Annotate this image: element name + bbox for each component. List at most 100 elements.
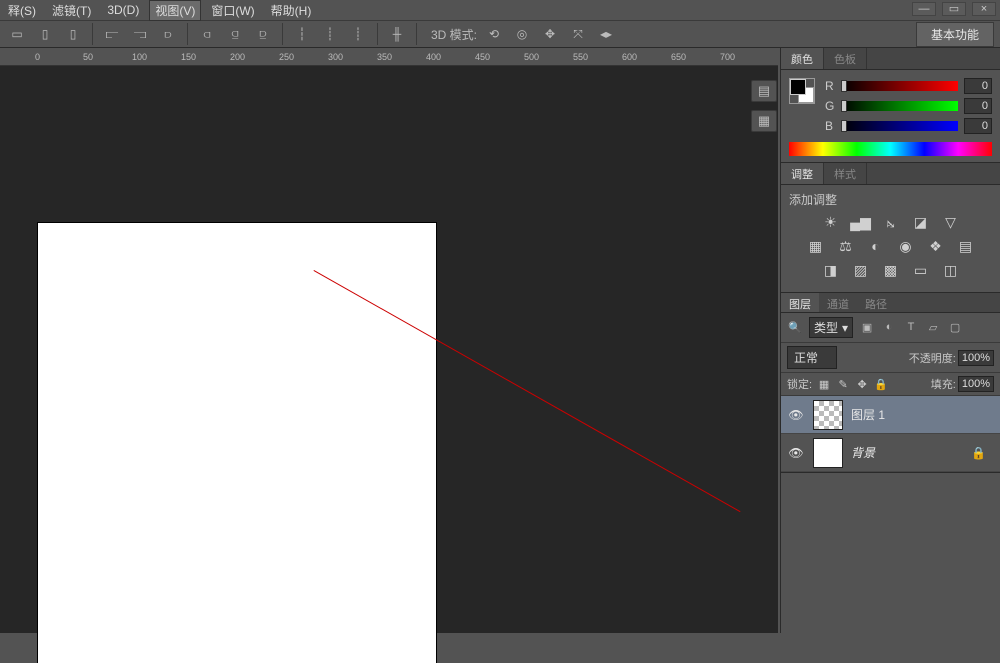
ruler-tick: 600	[622, 52, 637, 62]
align-top-icon[interactable]: ⫏	[196, 24, 218, 44]
collapsed-panels: ▤ ▦	[751, 80, 779, 132]
search-icon[interactable]: 🔍	[787, 321, 803, 335]
filter-adjust-icon[interactable]: ◐	[881, 321, 897, 335]
distribute-v-icon[interactable]: ┊	[319, 24, 341, 44]
exposure-icon[interactable]: ◪	[911, 214, 931, 230]
align-icon-3[interactable]: ▯	[62, 24, 84, 44]
menu-3d[interactable]: 3D(D)	[101, 1, 145, 19]
filter-type-icon[interactable]: T	[903, 321, 919, 335]
separator	[282, 23, 283, 45]
distribute-icon-3[interactable]: ┊	[347, 24, 369, 44]
layer-thumbnail[interactable]	[813, 400, 843, 430]
tab-paths[interactable]: 路径	[857, 293, 895, 312]
align-right-icon[interactable]: ⫐	[157, 24, 179, 44]
layer-thumbnail[interactable]	[813, 438, 843, 468]
filter-pixel-icon[interactable]: ▣	[859, 321, 875, 335]
align-center-h-icon[interactable]: ⫎	[129, 24, 151, 44]
ruler-tick: 300	[328, 52, 343, 62]
roll-icon[interactable]: ◎	[511, 24, 533, 44]
collapsed-panel-histogram-icon[interactable]: ▤	[751, 80, 777, 102]
ruler-tick: 150	[181, 52, 196, 62]
separator	[187, 23, 188, 45]
posterize-icon[interactable]: ▨	[851, 262, 871, 278]
layer-name[interactable]: 图层 1	[851, 406, 885, 423]
auto-align-icon[interactable]: ╫	[386, 24, 408, 44]
g-value[interactable]: 0	[964, 98, 992, 114]
selective-color-icon[interactable]: ◫	[941, 262, 961, 278]
layer-name[interactable]: 背景	[851, 444, 875, 461]
minimize-button[interactable]: —	[912, 2, 936, 16]
tab-styles[interactable]: 样式	[824, 163, 867, 184]
adjustments-panel: 调整 样式 添加调整 ☀ ▄▆ ⦮ ◪ ▽ ▦ ⚖ ◐ ◉ ❖ ▤	[781, 163, 1000, 293]
b-label: B	[825, 119, 835, 133]
opacity-value[interactable]: 100%	[958, 350, 994, 366]
vibrance-icon[interactable]: ▽	[941, 214, 961, 230]
r-value[interactable]: 0	[964, 78, 992, 94]
lock-all-icon[interactable]: 🔒	[874, 378, 888, 391]
g-slider[interactable]	[841, 101, 958, 111]
pan-icon[interactable]: ✥	[539, 24, 561, 44]
color-panel: 颜色 色板 R 0 G 0 B	[781, 48, 1000, 163]
brightness-icon[interactable]: ☀	[821, 214, 841, 230]
filter-kind-select[interactable]: 类型▾	[809, 317, 853, 338]
hue-icon[interactable]: ▦	[806, 238, 826, 254]
lock-pixels-icon[interactable]: ✎	[836, 378, 850, 391]
foreground-background-swatches[interactable]	[789, 78, 815, 104]
lock-transparent-icon[interactable]: ▦	[817, 378, 831, 391]
bw-icon[interactable]: ◐	[866, 238, 886, 254]
align-icon-1[interactable]: ▭	[6, 24, 28, 44]
filter-shape-icon[interactable]: ▱	[925, 321, 941, 335]
filter-smart-icon[interactable]: ▢	[947, 321, 963, 335]
layer-item-layer1[interactable]: 👁 图层 1	[781, 396, 1000, 434]
lock-position-icon[interactable]: ✥	[855, 378, 869, 391]
tab-layers[interactable]: 图层	[781, 293, 819, 312]
align-bottom-icon[interactable]: ⫒	[252, 24, 274, 44]
menu-help[interactable]: 帮助(H)	[265, 0, 318, 21]
opacity-label: 不透明度:	[909, 350, 956, 366]
tab-adjustments[interactable]: 调整	[781, 163, 824, 184]
threshold-icon[interactable]: ▩	[881, 262, 901, 278]
curves-icon[interactable]: ⦮	[881, 214, 901, 230]
distribute-h-icon[interactable]: ┆	[291, 24, 313, 44]
invert-icon[interactable]: ◨	[821, 262, 841, 278]
blend-mode-select[interactable]: 正常	[787, 346, 837, 369]
b-slider[interactable]	[841, 121, 958, 131]
visibility-toggle[interactable]: 👁	[787, 408, 805, 422]
channel-mixer-icon[interactable]: ❖	[926, 238, 946, 254]
ruler-tick: 100	[132, 52, 147, 62]
b-value[interactable]: 0	[964, 118, 992, 134]
foreground-color-swatch[interactable]	[790, 79, 806, 95]
tab-color[interactable]: 颜色	[781, 48, 824, 69]
menu-window[interactable]: 窗口(W)	[205, 0, 260, 21]
tab-swatches[interactable]: 色板	[824, 48, 867, 69]
r-label: R	[825, 79, 835, 93]
scale-icon[interactable]: ◂▸	[595, 24, 617, 44]
canvas[interactable]	[38, 223, 436, 663]
slide-icon[interactable]: ⤧	[567, 24, 589, 44]
panels-column: ▤ ▦ 颜色 色板 R 0 G 0	[780, 48, 1000, 633]
tab-channels[interactable]: 通道	[819, 293, 857, 312]
align-icon-2[interactable]: ▯	[34, 24, 56, 44]
gradient-map-icon[interactable]: ▭	[911, 262, 931, 278]
photo-filter-icon[interactable]: ◉	[896, 238, 916, 254]
close-button[interactable]: ×	[972, 2, 996, 16]
ruler-tick: 700	[720, 52, 735, 62]
fill-value[interactable]: 100%	[958, 376, 994, 392]
align-left-icon[interactable]: ⫍	[101, 24, 123, 44]
collapsed-panel-info-icon[interactable]: ▦	[751, 110, 777, 132]
layer-item-background[interactable]: 👁 背景 🔒	[781, 434, 1000, 472]
r-slider[interactable]	[841, 81, 958, 91]
menu-select[interactable]: 释(S)	[2, 0, 42, 21]
visibility-toggle[interactable]: 👁	[787, 446, 805, 460]
color-lookup-icon[interactable]: ▤	[956, 238, 976, 254]
balance-icon[interactable]: ⚖	[836, 238, 856, 254]
color-spectrum[interactable]	[789, 142, 992, 156]
orbit-icon[interactable]: ⟲	[483, 24, 505, 44]
levels-icon[interactable]: ▄▆	[851, 214, 871, 230]
layers-panel: 图层 通道 路径 🔍 类型▾ ▣ ◐ T ▱ ▢ 正常 不透明度: 100% 锁…	[781, 293, 1000, 473]
align-center-v-icon[interactable]: ⫑	[224, 24, 246, 44]
maximize-button[interactable]: ▭	[942, 2, 966, 16]
menu-view[interactable]: 视图(V)	[149, 0, 201, 21]
menu-filter[interactable]: 滤镜(T)	[46, 0, 97, 21]
workspace-switcher[interactable]: 基本功能	[916, 22, 994, 47]
